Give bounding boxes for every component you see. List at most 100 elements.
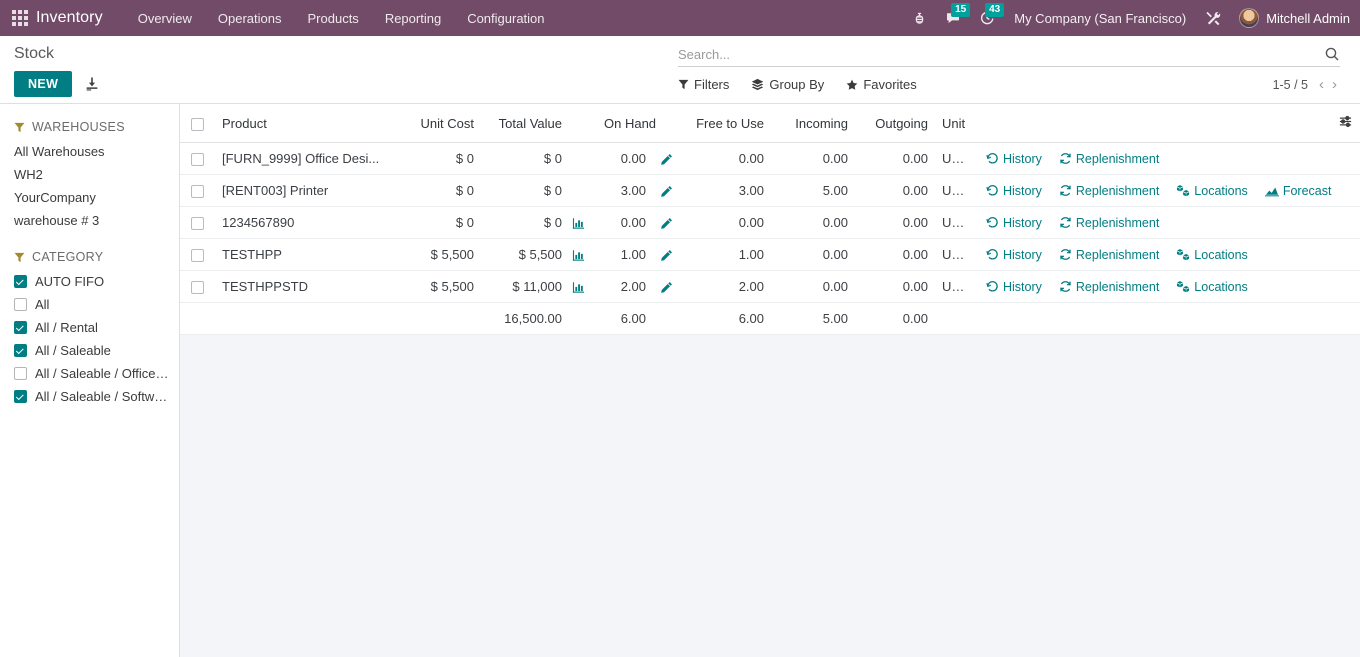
header-unit-cost[interactable]: Unit Cost — [400, 104, 482, 143]
row-checkbox[interactable] — [191, 249, 204, 262]
replenishment-button[interactable]: Replenishment — [1059, 280, 1168, 294]
sidebar-item-all-saleable-software[interactable]: All / Saleable / Software — [0, 385, 179, 408]
row-select-cell — [180, 271, 214, 303]
select-all-checkbox[interactable] — [191, 118, 204, 131]
bug-icon[interactable] — [903, 11, 936, 26]
header-on-hand[interactable]: On Hand — [596, 104, 654, 143]
stock-table: Product Unit Cost Total Value On Hand Fr… — [180, 104, 1360, 335]
row-action-buttons: History Replenishment — [986, 152, 1352, 166]
history-button[interactable]: History — [986, 216, 1051, 230]
sidebar-item-all-saleable[interactable]: All / Saleable — [0, 339, 179, 362]
company-switcher[interactable]: My Company (San Francisco) — [1004, 11, 1196, 26]
history-button[interactable]: History — [986, 152, 1051, 166]
bar-chart-icon[interactable] — [572, 217, 585, 230]
header-unit[interactable]: Unit — [936, 104, 978, 143]
totals-total-value: 16,500.00 — [482, 303, 570, 335]
totals-actions-spacer — [978, 303, 1360, 335]
apps-menu-icon[interactable] — [12, 10, 28, 26]
user-menu[interactable]: Mitchell Admin — [1231, 8, 1350, 28]
sidebar-item-warehouse-3[interactable]: warehouse # 3 — [0, 209, 179, 232]
bar-chart-icon[interactable] — [572, 249, 585, 262]
pencil-icon[interactable] — [660, 217, 673, 230]
sidebar-item-wh2[interactable]: WH2 — [0, 163, 179, 186]
pencil-icon[interactable] — [660, 153, 673, 166]
sidebar-item-all-warehouses[interactable]: All Warehouses — [0, 140, 179, 163]
row-checkbox[interactable] — [191, 281, 204, 294]
cell-outgoing: 0.00 — [856, 271, 936, 303]
forecast-button[interactable]: Forecast — [1265, 184, 1341, 198]
cell-actions: History Replenishment — [978, 143, 1360, 175]
locations-button[interactable]: Locations — [1176, 280, 1257, 294]
header-outgoing[interactable]: Outgoing — [856, 104, 936, 143]
cell-product: [FURN_9999] Office Desi... — [214, 143, 400, 175]
menu-item-overview[interactable]: Overview — [125, 4, 205, 33]
header-incoming[interactable]: Incoming — [772, 104, 856, 143]
locations-button[interactable]: Locations — [1176, 248, 1257, 262]
menu-item-reporting[interactable]: Reporting — [372, 4, 454, 33]
checkbox[interactable] — [14, 344, 27, 357]
header-total-value[interactable]: Total Value — [482, 104, 570, 143]
import-icon[interactable] — [84, 76, 100, 92]
refresh-icon — [1059, 152, 1072, 165]
cell-total-value: $ 0 — [482, 207, 570, 239]
cell-unit-cost: $ 5,500 — [400, 239, 482, 271]
row-checkbox[interactable] — [191, 217, 204, 230]
tools-icon[interactable] — [1196, 10, 1231, 27]
cell-incoming: 5.00 — [772, 175, 856, 207]
pencil-icon[interactable] — [660, 185, 673, 198]
history-button[interactable]: History — [986, 280, 1051, 294]
checkbox[interactable] — [14, 390, 27, 403]
locations-button[interactable]: Locations — [1176, 184, 1257, 198]
sidebar-item-auto-fifo[interactable]: AUTO FIFO — [0, 270, 179, 293]
favorites-button[interactable]: Favorites — [846, 75, 926, 94]
pencil-icon[interactable] — [660, 281, 673, 294]
row-select-cell — [180, 239, 214, 271]
menu-item-configuration[interactable]: Configuration — [454, 4, 557, 33]
totals-select-spacer — [180, 303, 214, 335]
table-row[interactable]: TESTHPPSTD $ 5,500 $ 11,000 2.00 — [180, 271, 1360, 303]
avatar — [1239, 8, 1259, 28]
replenishment-button[interactable]: Replenishment — [1059, 216, 1168, 230]
group-by-button[interactable]: Group By — [751, 75, 834, 94]
chevron-right-icon[interactable]: › — [1329, 77, 1340, 92]
header-product[interactable]: Product — [214, 104, 400, 143]
bar-chart-icon[interactable] — [572, 281, 585, 294]
history-label: History — [1003, 248, 1042, 262]
search-input[interactable] — [678, 47, 1324, 62]
table-row[interactable]: [FURN_9999] Office Desi... $ 0 $ 0 0.00 — [180, 143, 1360, 175]
replenishment-button[interactable]: Replenishment — [1059, 184, 1168, 198]
new-button[interactable]: NEW — [14, 71, 72, 97]
table-row[interactable]: TESTHPP $ 5,500 $ 5,500 1.00 — [180, 239, 1360, 271]
sidebar-item-yourcompany[interactable]: YourCompany — [0, 186, 179, 209]
checkbox[interactable] — [14, 275, 27, 288]
search-icon[interactable] — [1324, 46, 1340, 62]
sidebar: WAREHOUSES All Warehouses WH2 YourCompan… — [0, 104, 180, 657]
history-button[interactable]: History — [986, 248, 1051, 262]
messages-icon[interactable]: 15 — [936, 10, 970, 26]
filters-button[interactable]: Filters — [678, 75, 739, 94]
chevron-left-icon[interactable]: ‹ — [1316, 77, 1327, 92]
activities-clock-icon[interactable]: 43 — [970, 10, 1004, 26]
replenishment-button[interactable]: Replenishment — [1059, 152, 1168, 166]
cell-actions: History Replenishment — [978, 207, 1360, 239]
row-checkbox[interactable] — [191, 185, 204, 198]
table-row[interactable]: 1234567890 $ 0 $ 0 0.00 — [180, 207, 1360, 239]
navbar-right-tools: 15 43 My Company (San Francisco) Mitchel… — [903, 8, 1350, 28]
app-brand-inventory[interactable]: Inventory — [36, 9, 103, 27]
pencil-icon[interactable] — [660, 249, 673, 262]
row-checkbox[interactable] — [191, 153, 204, 166]
replenishment-button[interactable]: Replenishment — [1059, 248, 1168, 262]
sidebar-item-label: All / Saleable / Office Fur... — [35, 365, 171, 382]
header-free-to-use[interactable]: Free to Use — [682, 104, 772, 143]
history-button[interactable]: History — [986, 184, 1051, 198]
sidebar-item-all[interactable]: All — [0, 293, 179, 316]
sidebar-item-all-rental[interactable]: All / Rental — [0, 316, 179, 339]
sliders-icon[interactable] — [1338, 114, 1353, 129]
menu-item-products[interactable]: Products — [295, 4, 372, 33]
checkbox[interactable] — [14, 298, 27, 311]
checkbox[interactable] — [14, 367, 27, 380]
table-row[interactable]: [RENT003] Printer $ 0 $ 0 3.00 3.00 5.00 — [180, 175, 1360, 207]
menu-item-operations[interactable]: Operations — [205, 4, 295, 33]
checkbox[interactable] — [14, 321, 27, 334]
sidebar-item-all-saleable-office-furniture[interactable]: All / Saleable / Office Fur... — [0, 362, 179, 385]
